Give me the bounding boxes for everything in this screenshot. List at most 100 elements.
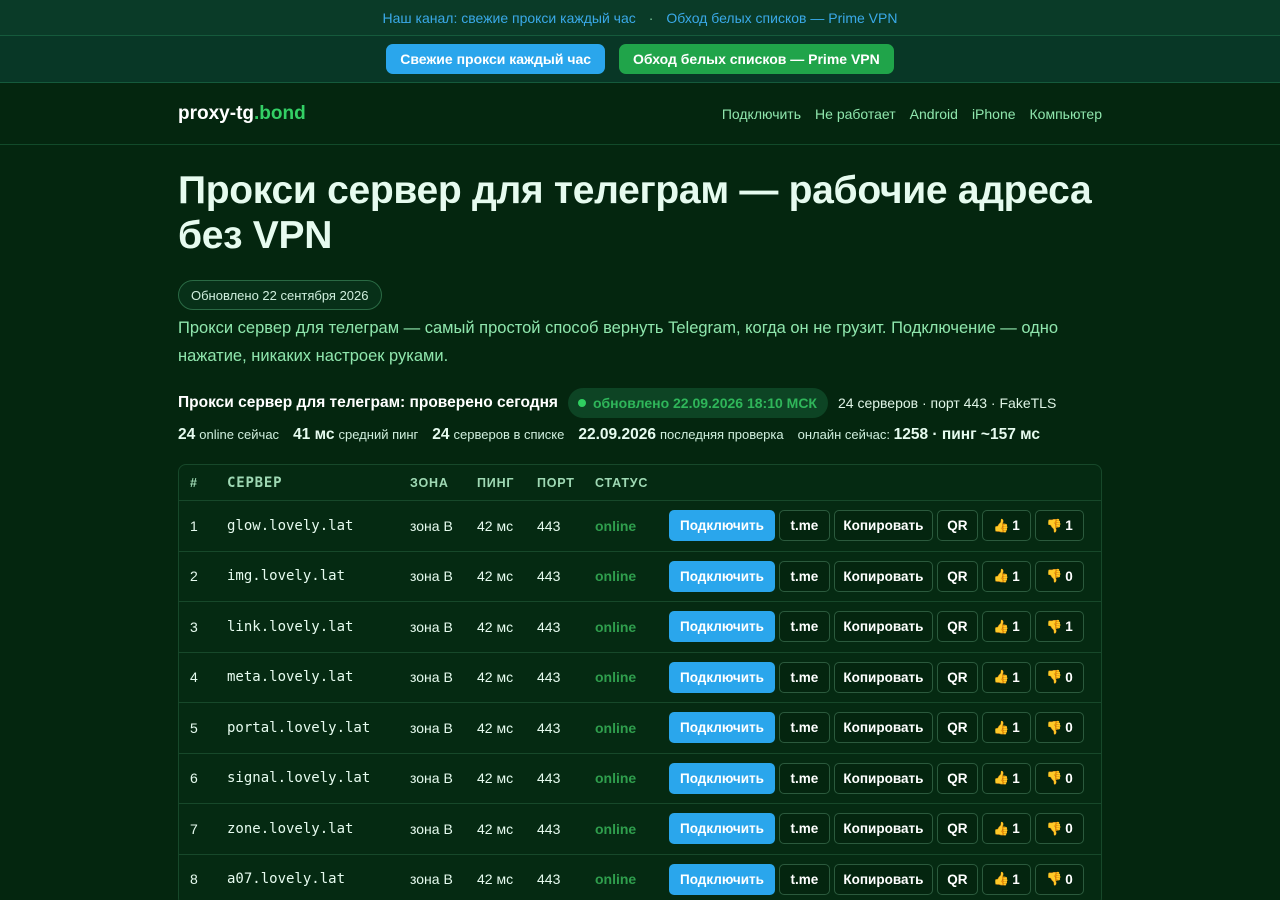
server-port: 443 — [537, 669, 561, 686]
upvote-button[interactable]: 👍 1 — [981, 560, 1031, 592]
connect-button[interactable]: Подключить — [669, 611, 775, 643]
copy-button[interactable]: Копировать — [833, 661, 933, 693]
upvote-button[interactable]: 👍 1 — [981, 712, 1031, 744]
site-header: proxy-tg.bond Подключить Не работает And… — [0, 83, 1280, 145]
tme-button[interactable]: t.me — [778, 813, 830, 845]
downvote-count: 0 — [1065, 821, 1073, 837]
nav-computer[interactable]: Компьютер — [1030, 106, 1102, 122]
channel-link[interactable]: Наш канал: свежие прокси каждый час — [383, 10, 636, 26]
upvote-button[interactable]: 👍 1 — [981, 661, 1031, 693]
table-header: # СЕРВЕР ЗОНА ПИНГ ПОРТ СТАТУС — [179, 465, 1101, 501]
connect-button[interactable]: Подключить — [669, 712, 775, 744]
qr-button[interactable]: QR — [936, 813, 978, 845]
qr-button[interactable]: QR — [936, 712, 978, 744]
stat-ping-label: средний пинг — [338, 427, 419, 442]
row-actions: Подключить t.me Копировать QR 👍 1 👎 0 — [669, 813, 1084, 845]
server-zone: зона B — [410, 568, 453, 585]
nav-android[interactable]: Android — [910, 106, 958, 122]
downvote-count: 1 — [1065, 619, 1073, 635]
qr-button[interactable]: QR — [936, 762, 978, 794]
upvote-count: 1 — [1012, 518, 1020, 534]
upvote-button[interactable]: 👍 1 — [981, 863, 1031, 895]
stat-live-label: онлайн сейчас: — [797, 427, 891, 442]
row-number: 6 — [190, 770, 198, 787]
table-row: 4 meta.lovely.lat зона B 42 мс 443 onlin… — [179, 653, 1101, 703]
row-actions: Подключить t.me Копировать QR 👍 1 👎 0 — [669, 712, 1084, 744]
row-number: 2 — [190, 568, 198, 585]
upvote-button[interactable]: 👍 1 — [981, 762, 1031, 794]
tme-button[interactable]: t.me — [778, 611, 830, 643]
downvote-button[interactable]: 👎 0 — [1034, 661, 1084, 693]
table-row: 8 a07.lovely.lat зона B 42 мс 443 online… — [179, 855, 1101, 900]
server-zone: зона B — [410, 719, 453, 736]
copy-button[interactable]: Копировать — [833, 611, 933, 643]
downvote-count: 0 — [1065, 720, 1073, 736]
server-host: meta.lovely.lat — [227, 669, 354, 686]
tme-button[interactable]: t.me — [778, 510, 830, 542]
copy-button[interactable]: Копировать — [833, 712, 933, 744]
tme-button[interactable]: t.me — [778, 712, 830, 744]
upvote-count: 1 — [1012, 720, 1020, 736]
connect-button[interactable]: Подключить — [669, 661, 775, 693]
fresh-proxies-button[interactable]: Свежие прокси каждый час — [386, 44, 606, 74]
connect-button[interactable]: Подключить — [669, 762, 775, 794]
downvote-button[interactable]: 👎 0 — [1034, 863, 1084, 895]
downvote-button[interactable]: 👎 1 — [1034, 611, 1084, 643]
upvote-button[interactable]: 👍 1 — [981, 813, 1031, 845]
thumbs-up-icon: 👍 — [993, 568, 1010, 584]
connect-button[interactable]: Подключить — [669, 863, 775, 895]
tme-button[interactable]: t.me — [778, 661, 830, 693]
row-number: 1 — [190, 517, 198, 534]
thumbs-down-icon: 👎 — [1046, 568, 1063, 584]
downvote-button[interactable]: 👎 0 — [1034, 712, 1084, 744]
status-row: Прокси сервер для телеграм: проверено се… — [178, 388, 1102, 418]
tme-button[interactable]: t.me — [778, 863, 830, 895]
connect-button[interactable]: Подключить — [669, 560, 775, 592]
qr-button[interactable]: QR — [936, 863, 978, 895]
stat-date: 22.09.2026 последняя проверка — [578, 426, 783, 444]
site-logo[interactable]: proxy-tg.bond — [178, 103, 306, 125]
thumbs-down-icon: 👎 — [1046, 770, 1063, 786]
row-actions: Подключить t.me Копировать QR 👍 1 👎 1 — [669, 510, 1084, 542]
qr-button[interactable]: QR — [936, 560, 978, 592]
server-status: online — [595, 568, 637, 585]
upvote-button[interactable]: 👍 1 — [981, 510, 1031, 542]
qr-button[interactable]: QR — [936, 661, 978, 693]
upvote-button[interactable]: 👍 1 — [981, 611, 1031, 643]
server-ping: 42 мс — [477, 618, 514, 635]
qr-button[interactable]: QR — [936, 510, 978, 542]
copy-button[interactable]: Копировать — [833, 863, 933, 895]
lead-text: Прокси сервер для телеграм — самый прост… — [178, 319, 1059, 365]
row-actions: Подключить t.me Копировать QR 👍 1 👎 0 — [669, 863, 1084, 895]
copy-button[interactable]: Копировать — [833, 510, 933, 542]
upvote-count: 1 — [1012, 871, 1020, 887]
stats-row: 24 online сейчас 41 мс средний пинг 24 серв… — [178, 426, 1102, 450]
row-number: 5 — [190, 719, 198, 736]
upvote-count: 1 — [1012, 669, 1020, 685]
qr-button[interactable]: QR — [936, 611, 978, 643]
announcement-bar: Наш канал: свежие прокси каждый час · Об… — [0, 0, 1280, 36]
tme-button[interactable]: t.me — [778, 560, 830, 592]
freshness-text: обновлено 22.09.2026 18:10 МСК — [592, 395, 817, 411]
thumbs-up-icon: 👍 — [993, 820, 1010, 836]
prime-vpn-button[interactable]: Обход белых списков — Prime VPN — [619, 44, 894, 74]
downvote-button[interactable]: 👎 1 — [1034, 510, 1084, 542]
stat-servers: 24 серверов в списке — [432, 426, 564, 444]
connect-button[interactable]: Подключить — [669, 813, 775, 845]
downvote-button[interactable]: 👎 0 — [1034, 560, 1084, 592]
prime-vpn-link[interactable]: Обход белых списков — Prime VPN — [666, 10, 897, 26]
nav-connect[interactable]: Подключить — [722, 106, 801, 122]
table-row: 2 img.lovely.lat зона B 42 мс 443 online… — [179, 552, 1101, 602]
downvote-button[interactable]: 👎 0 — [1034, 762, 1084, 794]
copy-button[interactable]: Копировать — [833, 813, 933, 845]
copy-button[interactable]: Копировать — [833, 762, 933, 794]
col-zone: ЗОНА — [410, 475, 449, 490]
tme-button[interactable]: t.me — [778, 762, 830, 794]
server-status: online — [595, 517, 637, 534]
nav-not-working[interactable]: Не работает — [815, 106, 896, 122]
downvote-count: 1 — [1065, 518, 1073, 534]
copy-button[interactable]: Копировать — [833, 560, 933, 592]
nav-iphone[interactable]: iPhone — [972, 106, 1016, 122]
downvote-button[interactable]: 👎 0 — [1034, 813, 1084, 845]
connect-button[interactable]: Подключить — [669, 510, 775, 542]
